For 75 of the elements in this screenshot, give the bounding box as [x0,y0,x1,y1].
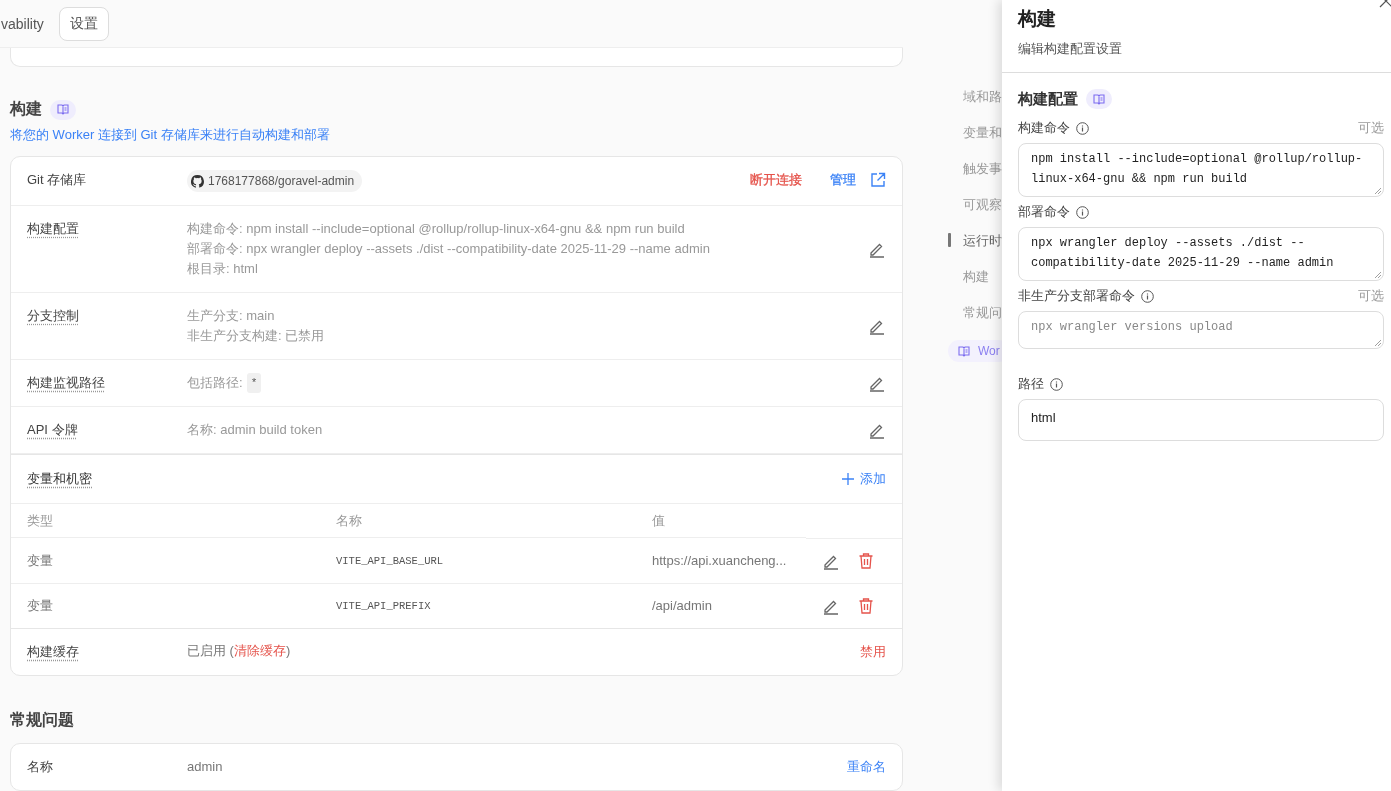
row-label: 变量和机密 [27,470,92,488]
section-title: 构建 [10,99,42,119]
disconnect-link[interactable]: 断开连接 [750,170,802,190]
path-pattern: * [246,373,262,393]
disable-button[interactable]: 禁用 [860,642,886,662]
info-icon[interactable] [1076,205,1089,219]
row-label: Git 存储库 [27,172,87,187]
info-icon[interactable] [1050,377,1063,391]
book-icon [1093,93,1105,105]
tab[interactable]: 设置 [58,6,109,41]
setting-value: 包括路径: [187,374,243,392]
external-link-icon[interactable] [870,172,886,188]
book-icon [57,104,69,115]
section-title: 构建配置 [1018,89,1078,109]
row-label: 构建配置 [27,221,79,236]
section-description: 将您的 Worker 连接到 Git 存储库来进行自动构建和部署 [10,126,331,144]
nav-item[interactable]: 构建 [948,258,1002,294]
section-title: 常规问题 [10,710,74,730]
field-label: 部署命令 [1018,203,1070,221]
row-label: API 令牌 [27,422,78,437]
setting-value: admin [187,758,224,776]
info-icon[interactable] [1141,289,1154,303]
setting-value: 构建命令: npm install --include=optional @rollup/rollup-linux-x64-gnu && npm run build [187,220,686,238]
table-cell: 变量 [11,539,320,584]
command-field[interactable]: npx wrangler deploy --assets ./dist --compatibility-date 2025-11-29 --name admin [1018,227,1384,281]
panel-subtitle: 编辑构建配置设置 [1018,40,1123,58]
plus-icon [842,473,854,485]
optional-label: 可选 [1358,119,1384,137]
nav-item[interactable]: 触发事 [948,150,1002,186]
row-label: 分支控制 [27,308,79,323]
table-cell-text: 变量 [26,597,54,615]
command-field[interactable]: npm install --include=optional @rollup/rollup-linux-x64-gnu && npm run build [1018,143,1384,197]
nav-item[interactable]: 变量和 [948,114,1002,150]
row-label: 构建监视路径 [27,375,105,390]
nav-item[interactable]: 域和路 [948,78,1002,114]
table-cell: https://api.xuancheng... [636,539,806,584]
field-label: 构建命令 [1018,119,1070,137]
command-field[interactable]: npx wrangler versions upload [1018,311,1384,349]
tab[interactable]: vability [0,7,55,40]
resize-grip-icon[interactable] [1374,187,1381,194]
setting-value: 名称: admin build token [187,421,324,439]
table-cell: VITE_API_BASE_URL [320,539,636,584]
column-header: 值 [636,505,806,538]
table-cell-text: /api/admin [651,597,713,615]
add-button[interactable]: 添加 [842,469,886,489]
nav-item[interactable]: 常规问 [948,294,1002,330]
row-label: 名称 [27,759,53,774]
setting-value: 生产分支: main [187,307,276,325]
column-header: 类型 [11,505,320,538]
nav-item[interactable]: 可观察 [948,186,1002,222]
field-label: 非生产分支部署命令 [1018,287,1135,305]
setting-value: 非生产分支构建: 已禁用 [187,327,326,345]
path-field[interactable]: html [1018,399,1384,441]
setting-value: 根目录: html [187,260,259,278]
repo-chip[interactable]: 1768177868/goravel-admin [187,170,363,192]
github-icon [191,174,204,188]
info-icon[interactable] [1076,121,1089,135]
table-cell-text: VITE_API_PREFIX [335,599,432,614]
panel-title: 构建 [1018,7,1057,31]
delete-icon[interactable] [858,552,874,569]
cache-status: 已启用 (清除缓存) [187,642,291,660]
resize-grip-icon[interactable] [1374,271,1381,278]
setting-value: 部署命令: npx wrangler deploy --assets ./dist --compatibility-date 2025-11-29 --name admin [187,240,711,258]
nav-item[interactable]: 运行时 [948,222,1002,258]
row-label: 构建缓存 [27,644,79,659]
delete-icon[interactable] [858,597,874,614]
docs-link[interactable]: Wor [948,340,1002,362]
field-label: 路径 [1018,375,1044,393]
column-header: 名称 [320,505,636,538]
rename-link[interactable]: 重命名 [847,757,886,777]
optional-label: 可选 [1358,287,1384,305]
clear-cache-link[interactable]: 清除缓存 [233,643,286,658]
manage-link[interactable]: 管理 [830,170,856,190]
resize-grip-icon[interactable] [1374,339,1381,346]
book-icon [958,345,970,357]
